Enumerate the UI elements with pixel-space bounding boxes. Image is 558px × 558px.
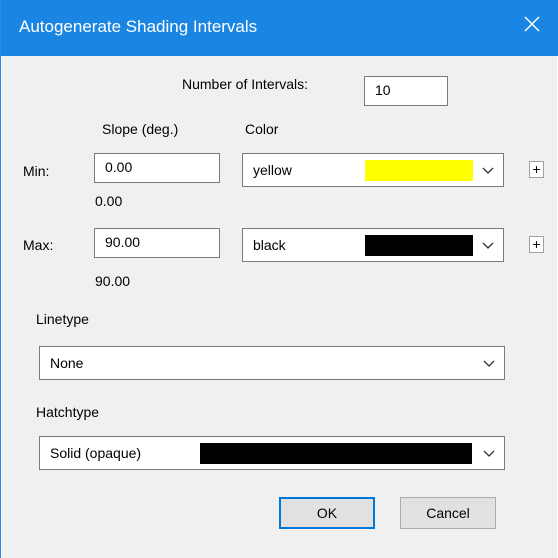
max-color-swatch [365, 235, 473, 256]
hatchtype-select[interactable]: Solid (opaque) [39, 436, 505, 470]
close-icon[interactable] [520, 12, 544, 36]
max-add-button[interactable]: + [529, 236, 544, 253]
hatchtype-color-swatch [200, 443, 472, 464]
dialog-window: Autogenerate Shading Intervals Number of… [0, 0, 558, 558]
slope-column-header: Slope (deg.) [102, 121, 179, 137]
window-title: Autogenerate Shading Intervals [19, 17, 258, 36]
min-add-button[interactable]: + [529, 161, 544, 178]
min-slope-input[interactable]: 0.00 [94, 153, 220, 183]
min-color-swatch [365, 160, 473, 181]
chevron-down-icon [481, 163, 495, 177]
max-color-select[interactable]: black [242, 228, 504, 262]
max-color-value: black [253, 237, 286, 253]
intervals-input[interactable]: 10 [364, 76, 448, 106]
linetype-value: None [50, 355, 84, 371]
linetype-select[interactable]: None [39, 346, 505, 380]
max-label: Max: [23, 237, 54, 253]
hatchtype-label: Hatchtype [36, 404, 100, 420]
min-label: Min: [23, 163, 50, 179]
ok-button[interactable]: OK [279, 497, 375, 529]
chevron-down-icon [482, 446, 496, 460]
dialog-body: Number of Intervals: 10 Slope (deg.) Col… [2, 56, 557, 558]
max-slope-display: 90.00 [95, 273, 131, 289]
linetype-label: Linetype [36, 311, 89, 327]
min-color-value: yellow [253, 162, 292, 178]
title-bar[interactable]: Autogenerate Shading Intervals [1, 0, 558, 56]
chevron-down-icon [482, 356, 496, 370]
hatchtype-value: Solid (opaque) [50, 445, 142, 461]
intervals-label: Number of Intervals: [182, 76, 309, 92]
max-slope-input[interactable]: 90.00 [94, 228, 220, 258]
cancel-button[interactable]: Cancel [400, 497, 496, 529]
color-column-header: Color [245, 121, 279, 137]
min-slope-display: 0.00 [95, 193, 123, 209]
chevron-down-icon [481, 238, 495, 252]
min-color-select[interactable]: yellow [242, 153, 504, 187]
